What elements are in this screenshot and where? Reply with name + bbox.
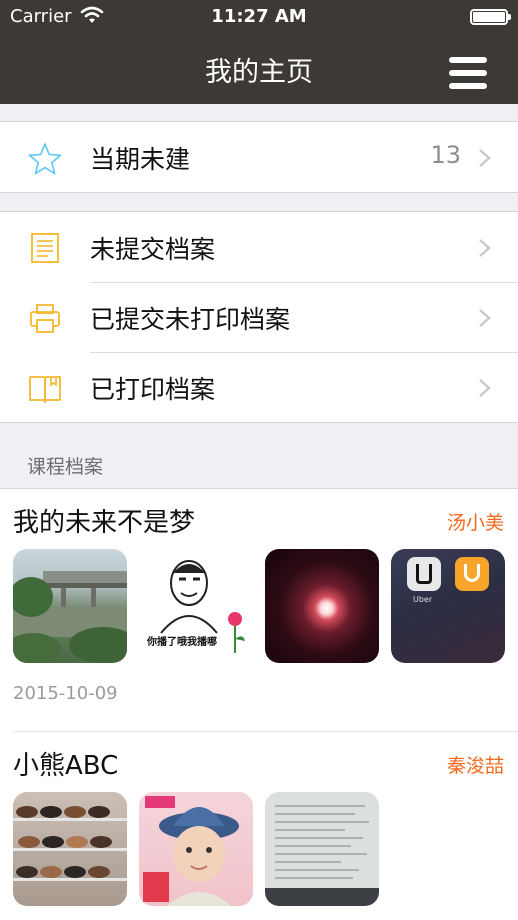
count-badge: 13 [430,141,461,169]
archive-group: 未提交档案 已提交未打印档案 已打印档案 [0,211,518,423]
list-item-label: 已打印档案 [90,375,216,404]
course-author[interactable]: 汤小美 [447,508,504,535]
uber-app-label: Uber [413,595,433,604]
battery-icon [470,9,511,25]
meme-caption: 你播了哦我播哪 [147,637,217,648]
list-item-pending[interactable]: 当期未建 13 [0,122,518,192]
course-photo[interactable]: Uber [391,549,505,663]
course-title: 我的未来不是梦 [13,508,196,538]
course-title: 小熊ABC [13,751,119,781]
status-bar: Carrier 11:27 AM [0,0,518,34]
divider [13,731,518,732]
course-photo[interactable] [265,549,379,663]
list-item-unsubmitted[interactable]: 未提交档案 [0,212,518,282]
course-author[interactable]: 秦浚喆 [447,751,504,778]
chevron-right-icon [479,309,491,327]
list-item-printed[interactable]: 已打印档案 [0,352,518,422]
course-photo[interactable] [265,792,379,906]
chevron-right-icon [479,149,491,167]
chevron-right-icon [479,239,491,257]
course-photo[interactable] [13,792,127,906]
pending-group: 当期未建 13 [0,121,518,193]
list-item-submitted-unprinted[interactable]: 已提交未打印档案 [0,282,518,352]
course-photo[interactable]: 你播了哦我播哪 [139,549,253,663]
menu-icon[interactable] [449,57,487,91]
section-header: 课程档案 [27,456,104,478]
clock: 11:27 AM [211,6,307,27]
printer-icon [30,304,60,333]
list-item-label: 已提交未打印档案 [90,305,291,334]
chevron-right-icon [479,379,491,397]
book-icon [29,376,61,403]
course-date: 2015-10-09 [13,683,118,704]
list-item-label: 未提交档案 [90,235,216,264]
course-feed: 我的未来不是梦 汤小美 你播了哦我播哪 Uber 2015-10-09 小熊AB… [0,488,518,920]
course-photo[interactable] [13,549,127,663]
page-title: 我的主页 [205,57,313,88]
uber-app-icon [407,557,441,591]
document-icon [31,233,59,263]
list-item-label: 当期未建 [90,145,191,174]
star-icon [28,143,62,175]
divider [90,352,518,353]
didi-app-icon [455,557,489,591]
navigation-bar: Carrier 11:27 AM 我的主页 [0,0,518,104]
course-photo[interactable] [139,792,253,906]
divider [90,282,518,283]
